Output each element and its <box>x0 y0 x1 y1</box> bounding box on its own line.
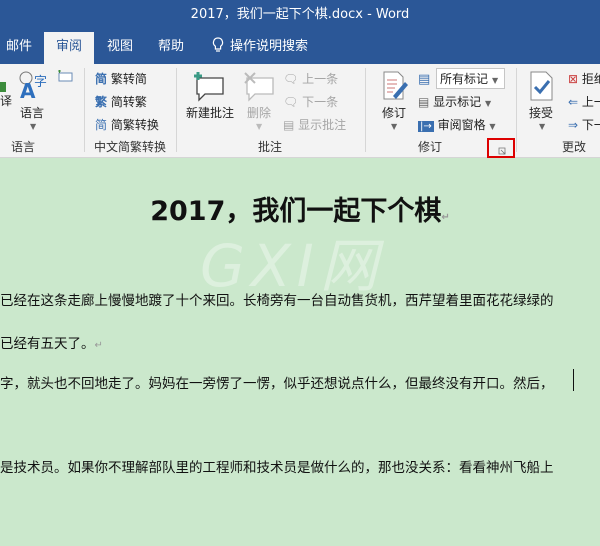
delete-comment-icon <box>244 72 274 102</box>
tab-review[interactable]: 审阅 <box>44 32 94 64</box>
title-bar: 2017，我们一起下个棋.docx - Word <box>0 0 600 32</box>
group-divider <box>365 68 366 152</box>
accept-icon <box>530 71 553 101</box>
tab-view[interactable]: 视图 <box>97 32 143 64</box>
next-change-button[interactable]: ⇒ 下一条 <box>568 116 600 133</box>
text-cursor <box>573 369 574 391</box>
paragraph-1: 已经在这条走廊上慢慢地踱了十个来回。长椅旁有一台自动售货机，西芹望着里面花花绿绿… <box>0 293 554 309</box>
previous-change-button[interactable]: ⇐ 上一条 <box>568 93 600 110</box>
show-comments-icon: ▤ <box>283 118 295 132</box>
show-markup-icon: ▤ <box>418 95 430 109</box>
language-icon: A字 <box>19 71 47 100</box>
paragraph-2: 已经有五天了。↵ <box>0 336 103 352</box>
new-comment-icon <box>194 72 224 102</box>
markup-display-icon: ▤ <box>418 72 431 87</box>
group-label-chinese-conversion: 中文简繁转换 <box>94 140 167 154</box>
next-comment-icon: 🗨 <box>283 95 299 109</box>
simplified-to-traditional-button[interactable]: 繁 简转繁 <box>95 93 147 110</box>
group-divider <box>176 68 177 152</box>
reviewing-pane-button[interactable]: |→ 审阅窗格 ▼ <box>418 116 496 133</box>
next-change-icon: ⇒ <box>568 118 579 132</box>
show-markup-button[interactable]: ▤ 显示标记 ▼ <box>418 93 491 110</box>
delete-dropdown-caret[interactable]: ▼ <box>256 122 262 131</box>
document-title: 2017，我们一起下个棋↵ <box>150 196 450 227</box>
window-title: 2017，我们一起下个棋.docx - Word <box>190 7 410 22</box>
delete-comment-button[interactable]: 删除 <box>247 104 271 121</box>
paragraph-4: 是技术员。如果你不理解部队里的工程师和技术员是做什么的，那也没关系：看看神州飞船… <box>0 460 554 476</box>
reviewing-pane-icon: |→ <box>418 121 434 132</box>
group-label-language: 语言 <box>10 140 35 154</box>
group-divider <box>84 68 85 152</box>
group-label-changes: 更改 <box>562 140 587 154</box>
reject-icon: ⊠ <box>568 72 579 86</box>
ribbon-tab-bar: 邮件 审阅 视图 帮助 操作说明搜索 <box>0 32 600 64</box>
track-changes-dropdown-caret[interactable]: ▼ <box>391 122 397 131</box>
show-comments-button[interactable]: ▤ 显示批注 <box>283 116 346 133</box>
tab-help[interactable]: 帮助 <box>148 32 194 64</box>
chinese-conversion-button[interactable]: 简 简繁转换 <box>95 116 159 133</box>
convert-icon: 繁 <box>95 95 108 109</box>
tab-mailings[interactable]: 邮件 <box>0 32 42 64</box>
translate-button-partial[interactable]: 译 <box>0 92 12 109</box>
previous-comment-button[interactable]: 🗨 上一条 <box>283 70 338 87</box>
tell-me-search[interactable]: 操作说明搜索 <box>202 32 318 64</box>
svg-text:字: 字 <box>34 75 47 90</box>
dialog-launcher-highlight <box>487 138 515 158</box>
track-changes-button[interactable]: 修订 <box>382 104 406 121</box>
accept-button[interactable]: 接受 <box>529 104 553 121</box>
language-button[interactable]: 语言 <box>20 104 44 121</box>
language-dropdown-caret[interactable]: ▼ <box>30 122 36 131</box>
paragraph-3: 字，就头也不回地走了。妈妈在一旁愣了一愣，似乎还想说点什么，但最终没有开口。然后… <box>0 376 554 392</box>
markup-dropdown[interactable]: 所有标记 ▼ <box>436 68 505 89</box>
traditional-to-simplified-button[interactable]: 简 繁转简 <box>95 70 147 87</box>
document-area[interactable]: GXI网 2017，我们一起下个棋↵ 已经在这条走廊上慢慢地踱了十个来回。长椅旁… <box>0 159 600 546</box>
group-divider <box>516 68 517 152</box>
lightbulb-icon <box>212 37 224 52</box>
tell-me-label: 操作说明搜索 <box>230 39 309 54</box>
accept-dropdown-caret[interactable]: ▼ <box>539 122 545 131</box>
keyboard-icon[interactable] <box>57 70 73 82</box>
new-comment-button[interactable]: 新建批注 <box>186 104 234 121</box>
group-label-tracking: 修订 <box>418 140 443 154</box>
paragraph-mark: ↵ <box>94 340 103 351</box>
track-changes-icon <box>383 71 408 100</box>
reject-button[interactable]: ⊠ 拒绝 <box>568 70 600 87</box>
group-label-comments: 批注 <box>258 140 283 154</box>
previous-comment-icon: 🗨 <box>283 72 299 86</box>
convert-icon: 简 <box>95 72 108 86</box>
previous-change-icon: ⇐ <box>568 95 579 109</box>
convert-icon: 简 <box>95 118 108 132</box>
next-comment-button[interactable]: 🗨 下一条 <box>283 93 338 110</box>
paragraph-mark: ↵ <box>441 212 450 223</box>
